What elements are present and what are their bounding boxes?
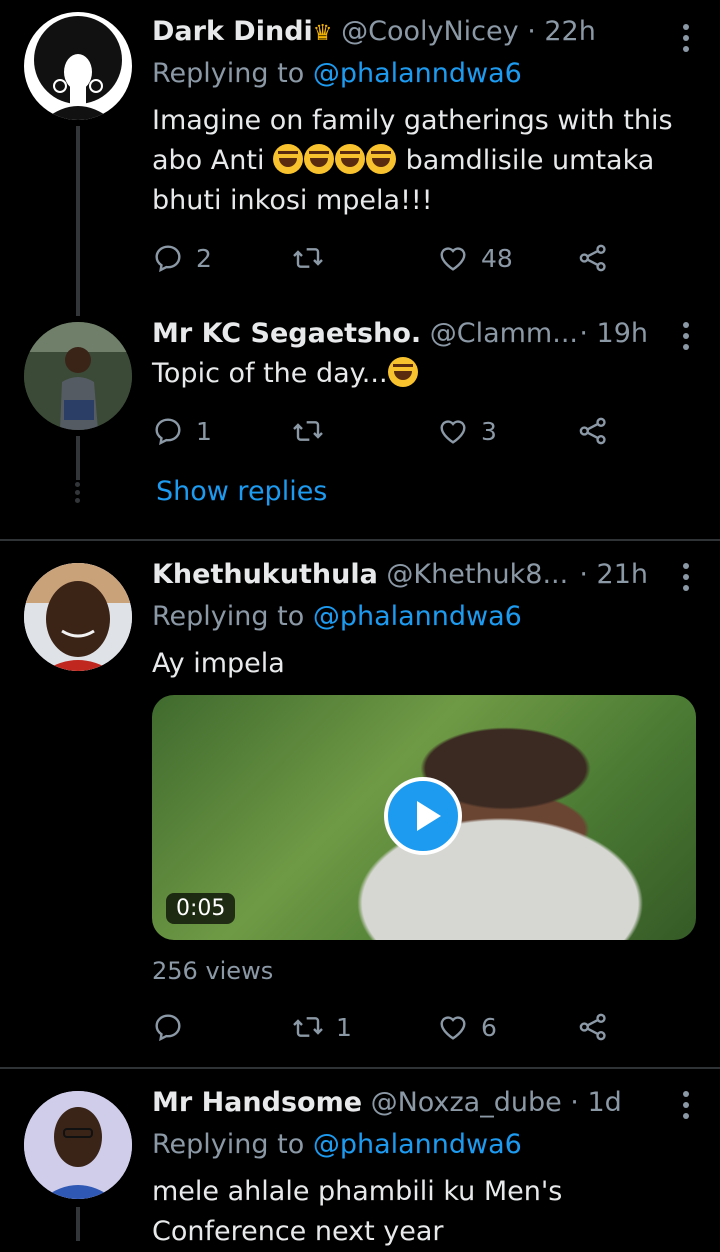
video-duration: 0:05 [166, 893, 236, 924]
more-options-icon[interactable] [682, 24, 690, 57]
replying-to: Replying to @phalanndwa6 [152, 1129, 522, 1160]
like-count: 48 [481, 243, 513, 273]
retweet-icon [293, 248, 323, 268]
retweet-button[interactable] [292, 411, 336, 451]
display-name[interactable]: Dark Dindi [152, 16, 313, 47]
tweet-header: Mr Handsome @Noxza_dube · 1d [152, 1087, 660, 1118]
handle[interactable]: @CoolyNicey [341, 16, 519, 47]
tweet-text: Imagine on family gatherings with this a… [152, 105, 673, 216]
tweet-mr-kc-segaetsho[interactable]: Mr KC Segaetsho. @Clamm... · 19h Topic o… [0, 300, 720, 540]
like-count: 6 [481, 1012, 497, 1042]
retweet-button[interactable] [292, 238, 336, 278]
display-name[interactable]: Khethukuthula [152, 559, 378, 590]
retweet-count: 1 [336, 1012, 352, 1042]
replying-to: Replying to @phalanndwa6 [152, 601, 522, 632]
laughing-emoji-icon [273, 144, 397, 176]
like-button[interactable]: 3 [437, 411, 497, 451]
avatar[interactable] [24, 563, 132, 671]
reply-icon [155, 1014, 181, 1042]
view-count: 256 views [152, 957, 274, 985]
avatar[interactable] [24, 12, 132, 120]
tweet-text: mele ahlale phambili ku Men's Conference… [152, 1176, 563, 1247]
share-icon [579, 1013, 606, 1041]
person-photo-image [24, 322, 132, 430]
person-photo-image [24, 1091, 132, 1199]
heart-icon [440, 247, 466, 271]
avatar[interactable] [24, 322, 132, 430]
avatar[interactable] [24, 1091, 132, 1199]
like-count: 3 [481, 416, 497, 446]
reply-button[interactable]: 2 [152, 238, 212, 278]
retweet-icon [293, 421, 323, 441]
more-options-icon[interactable] [682, 1091, 690, 1124]
reply-count: 2 [196, 243, 212, 273]
more-replies-dots [75, 482, 81, 503]
tweet-actions: 1 3 [152, 411, 622, 451]
share-icon [579, 417, 606, 445]
timestamp[interactable]: · 21h [579, 559, 648, 590]
like-button[interactable]: 6 [437, 1007, 497, 1047]
show-replies-link[interactable]: Show replies [156, 476, 327, 507]
handle[interactable]: @Noxza_dube [371, 1087, 562, 1118]
more-options-icon[interactable] [682, 322, 690, 355]
display-name[interactable]: Mr KC Segaetsho. [152, 318, 421, 349]
tweet-header: Mr KC Segaetsho. @Clamm... [152, 318, 580, 349]
share-button[interactable] [577, 1007, 621, 1047]
tweet-text: Ay impela [152, 648, 285, 679]
heart-icon [440, 1016, 466, 1040]
mention-link[interactable]: @phalanndwa6 [313, 58, 522, 89]
afro-silhouette-image [34, 16, 122, 120]
reply-icon [155, 418, 181, 446]
mention-link[interactable]: @phalanndwa6 [313, 601, 522, 632]
tweet-dark-dindi[interactable]: Dark Dindi♛ @CoolyNicey · 22h Replying t… [0, 0, 720, 316]
reply-icon [155, 245, 181, 273]
tweet-header: Dark Dindi♛ @CoolyNicey · 22h [152, 16, 660, 47]
thread-line [76, 126, 80, 316]
replying-to: Replying to @phalanndwa6 [152, 58, 522, 89]
like-button[interactable]: 48 [437, 238, 513, 278]
crown-emoji-icon: ♛ [312, 21, 333, 46]
timestamp[interactable]: · 22h [527, 16, 596, 47]
share-button[interactable] [577, 238, 621, 278]
share-icon [579, 244, 606, 272]
tweet-actions: 2 48 [152, 238, 622, 278]
tweet-text: Topic of the day... [152, 354, 690, 394]
retweet-button[interactable]: 1 [292, 1007, 352, 1047]
play-icon[interactable] [384, 777, 462, 855]
handle[interactable]: @Khethuk8... [386, 559, 568, 590]
tweet-khethukuthula[interactable]: Khethukuthula @Khethuk8... · 21h Replyin… [0, 541, 720, 1066]
video-player[interactable]: 0:05 [152, 695, 696, 940]
thread-line [76, 1207, 80, 1241]
timestamp[interactable]: · 1d [570, 1087, 621, 1118]
timestamp[interactable]: · 19h [579, 318, 648, 349]
person-photo-image [24, 563, 132, 671]
tweet-mr-handsome[interactable]: Mr Handsome @Noxza_dube · 1d Replying to… [0, 1069, 720, 1247]
thread-line [76, 436, 80, 480]
handle[interactable]: @Clamm... [430, 318, 578, 349]
mention-link[interactable]: @phalanndwa6 [313, 1129, 522, 1160]
retweet-icon [293, 1017, 323, 1037]
heart-icon [440, 420, 466, 444]
tweet-actions: 1 6 [152, 1007, 622, 1047]
share-button[interactable] [577, 411, 621, 451]
tweet-header: Khethukuthula @Khethuk8... [152, 559, 580, 590]
reply-count: 1 [196, 416, 212, 446]
more-options-icon[interactable] [682, 563, 690, 596]
reply-button[interactable]: 1 [152, 411, 212, 451]
reply-button[interactable] [152, 1007, 196, 1047]
laughing-emoji-icon [387, 357, 419, 389]
display-name[interactable]: Mr Handsome [152, 1087, 362, 1118]
